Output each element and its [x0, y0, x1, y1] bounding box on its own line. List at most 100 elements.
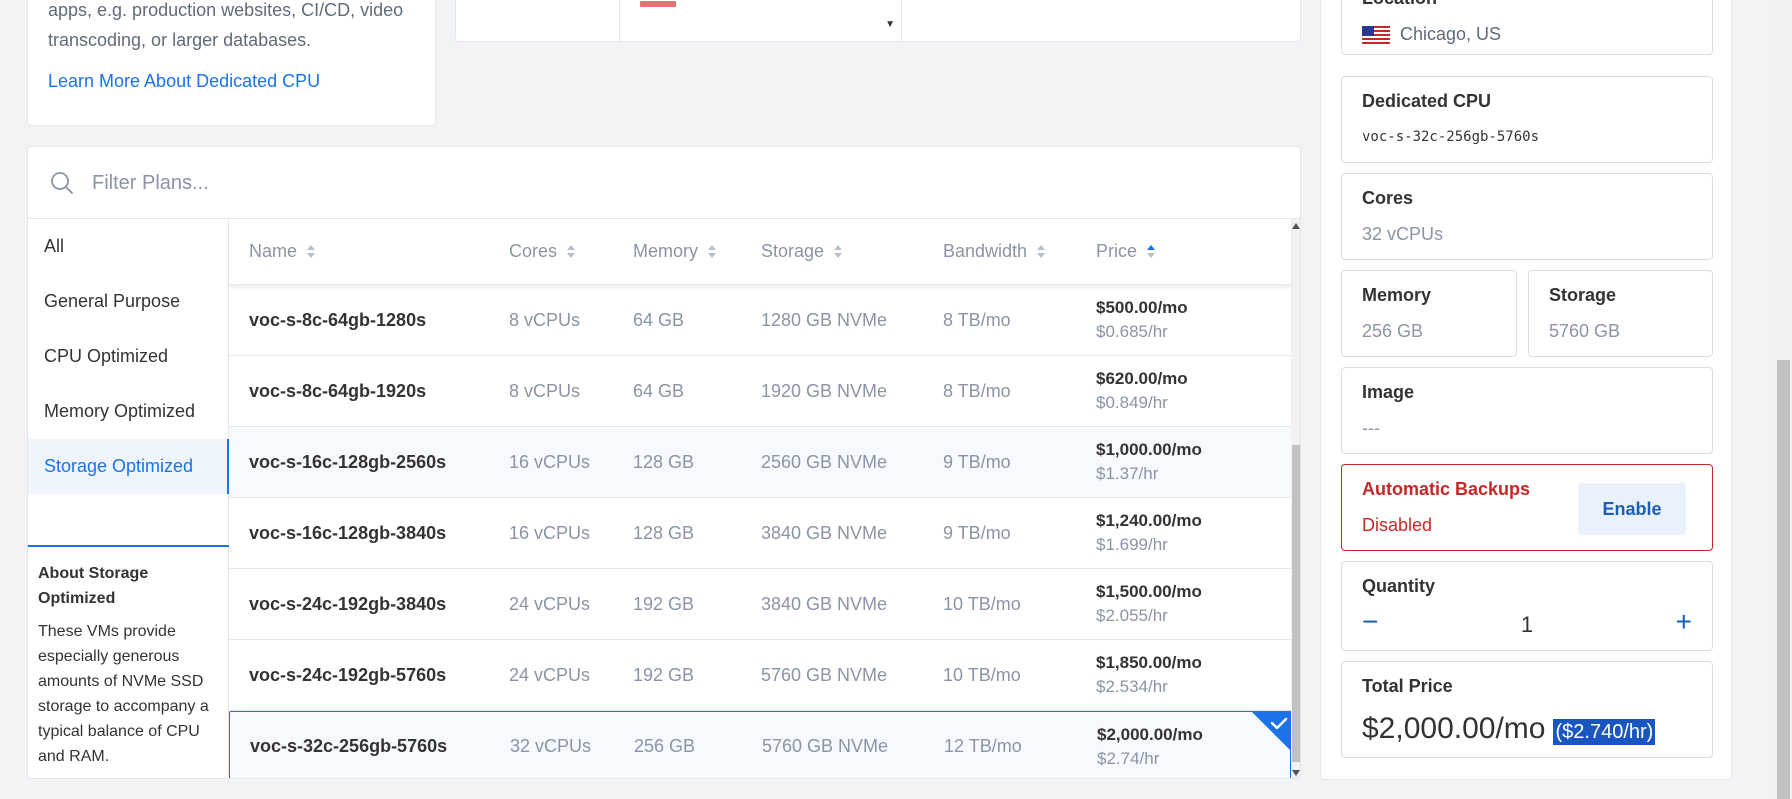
- sort-icon[interactable]: [708, 244, 717, 260]
- column-header-label: Price: [1096, 241, 1138, 261]
- plan-bandwidth: 10 TB/mo: [943, 664, 1021, 685]
- page-scrollbar-thumb[interactable]: [1777, 360, 1790, 799]
- table-row[interactable]: voc-s-24c-192gb-5760s 24 vCPUs 192 GB 57…: [229, 640, 1291, 711]
- plan-memory: 128 GB: [633, 451, 695, 472]
- summary-memory-value: 256 GB: [1362, 321, 1424, 341]
- plan-price: $1,500.00/mo $2.055/hr: [1096, 580, 1202, 628]
- quantity-value[interactable]: 1: [1342, 612, 1712, 638]
- enable-backups-button[interactable]: Enable: [1578, 483, 1686, 535]
- summary-image-label: Image: [1362, 382, 1415, 402]
- price-hourly: $2.055/hr: [1096, 606, 1168, 625]
- summary-cores: Cores 32 vCPUs: [1341, 173, 1713, 260]
- price-monthly: $2,000.00/mo: [1097, 724, 1203, 744]
- price-monthly: $1,240.00/mo: [1096, 511, 1202, 530]
- column-header-storage[interactable]: Storage: [761, 241, 843, 262]
- table-row[interactable]: voc-s-16c-128gb-3840s 16 vCPUs 128 GB 38…: [229, 498, 1291, 569]
- column-header-label: Name: [249, 241, 298, 261]
- summary-location: Location Chicago, US: [1341, 0, 1713, 55]
- plan-price: $1,240.00/mo $1.699/hr: [1096, 509, 1202, 557]
- backups-status: Disabled: [1362, 515, 1433, 535]
- scroll-up-arrow-icon[interactable]: [1292, 223, 1300, 229]
- table-row[interactable]: voc-s-24c-192gb-3840s 24 vCPUs 192 GB 38…: [229, 569, 1291, 640]
- plan-storage: 3840 GB NVMe: [761, 593, 888, 614]
- category-storage-optimized[interactable]: Storage Optimized: [28, 439, 229, 494]
- table-row[interactable]: voc-s-8c-64gb-1920s 8 vCPUs 64 GB 1920 G…: [229, 356, 1291, 427]
- plan-storage: 3840 GB NVMe: [761, 522, 888, 543]
- plan-cores: 24 vCPUs: [509, 593, 591, 614]
- scrollbar-thumb[interactable]: [1292, 445, 1300, 762]
- plan-name: voc-s-8c-64gb-1280s: [249, 309, 427, 330]
- price-monthly: $620.00/mo: [1096, 369, 1188, 388]
- category-general-purpose[interactable]: General Purpose: [28, 274, 228, 329]
- plan-storage: 1920 GB NVMe: [761, 380, 888, 401]
- category-all[interactable]: All: [28, 219, 228, 274]
- region-dropdown[interactable]: ▼: [620, 0, 902, 43]
- summary-storage-label: Storage: [1549, 285, 1617, 305]
- column-header-name[interactable]: Name: [249, 241, 316, 262]
- plan-price: $1,850.00/mo $2.534/hr: [1096, 651, 1202, 699]
- column-header-bandwidth[interactable]: Bandwidth: [943, 241, 1046, 262]
- table-scrollbar[interactable]: [1291, 219, 1300, 778]
- summary-plan: Dedicated CPU voc-s-32c-256gb-5760s: [1341, 76, 1713, 163]
- category-memory-optimized[interactable]: Memory Optimized: [28, 384, 228, 439]
- table-row-selected[interactable]: voc-s-32c-256gb-5760s 32 vCPUs 256 GB 57…: [229, 711, 1291, 778]
- plan-bandwidth: 10 TB/mo: [943, 593, 1021, 614]
- summary-image: Image ---: [1341, 367, 1713, 454]
- plan-name: voc-s-24c-192gb-3840s: [249, 593, 447, 614]
- scroll-down-arrow-icon[interactable]: [1292, 770, 1300, 776]
- summary-memory-label: Memory: [1362, 285, 1432, 305]
- plan-bandwidth: 8 TB/mo: [943, 309, 1011, 330]
- summary-plan-label: Dedicated CPU: [1362, 91, 1492, 111]
- table-header: Name Cores Memory Storage Bandwidth Pric…: [229, 219, 1291, 285]
- summary-storage-value: 5760 GB: [1549, 321, 1621, 341]
- price-monthly: $1,000.00/mo: [1096, 440, 1202, 459]
- column-header-label: Bandwidth: [943, 241, 1028, 261]
- sort-icon[interactable]: [567, 244, 576, 260]
- price-hourly: $0.685/hr: [1096, 322, 1168, 341]
- column-header-label: Memory: [633, 241, 699, 261]
- plan-bandwidth: 9 TB/mo: [943, 522, 1011, 543]
- plan-memory: 192 GB: [633, 593, 695, 614]
- plans-table: Name Cores Memory Storage Bandwidth Pric…: [229, 219, 1291, 778]
- dropdown-caret-icon[interactable]: ▼: [885, 19, 895, 30]
- page-scrollbar[interactable]: [1775, 0, 1792, 799]
- plan-bandwidth: 9 TB/mo: [943, 451, 1011, 472]
- description-line: transcoding, or larger databases.: [48, 30, 312, 50]
- about-title: About Storage Optimized: [38, 565, 149, 607]
- plan-cores: 8 vCPUs: [509, 380, 581, 401]
- table-row[interactable]: voc-s-16c-128gb-2560s 16 vCPUs 128 GB 25…: [229, 427, 1291, 498]
- plan-cores: 16 vCPUs: [509, 522, 591, 543]
- plan-price: $2,000.00/mo $2.74/hr: [1097, 723, 1203, 771]
- plan-price: $500.00/mo $0.685/hr: [1096, 296, 1188, 344]
- backups-label: Automatic Backups: [1362, 479, 1531, 499]
- region-column: [456, 0, 620, 43]
- sort-ascending-icon[interactable]: [1147, 244, 1156, 260]
- sort-icon[interactable]: [1037, 244, 1046, 260]
- plan-price: $620.00/mo $0.849/hr: [1096, 367, 1188, 415]
- summary-location-value: Chicago, US: [1400, 24, 1502, 44]
- about-body: These VMs provide especially generous am…: [38, 623, 209, 765]
- description-line: apps, e.g. production websites, CI/CD, v…: [48, 0, 404, 20]
- plan-name: voc-s-8c-64gb-1920s: [249, 380, 427, 401]
- filter-plans-input[interactable]: [92, 165, 892, 201]
- summary-quantity: Quantity − 1 +: [1341, 561, 1713, 651]
- category-cpu-optimized[interactable]: CPU Optimized: [28, 329, 228, 384]
- column-header-cores[interactable]: Cores: [509, 241, 576, 262]
- increase-quantity-button[interactable]: +: [1676, 608, 1692, 636]
- plan-cores: 24 vCPUs: [509, 664, 591, 685]
- plan-memory: 256 GB: [634, 736, 696, 756]
- summary-location-value-wrap: Chicago, US: [1362, 24, 1501, 45]
- plan-storage: 2560 GB NVMe: [761, 451, 888, 472]
- price-hourly: $0.849/hr: [1096, 393, 1168, 412]
- search-icon: [51, 172, 73, 194]
- sort-icon[interactable]: [834, 244, 843, 260]
- summary-image-value: ---: [1362, 418, 1380, 438]
- column-header-memory[interactable]: Memory: [633, 241, 717, 262]
- dedicated-cpu-description: apps, e.g. production websites, CI/CD, v…: [48, 0, 408, 55]
- column-header-price[interactable]: Price: [1096, 241, 1156, 262]
- table-row[interactable]: voc-s-8c-64gb-1280s 8 vCPUs 64 GB 1280 G…: [229, 285, 1291, 356]
- price-hourly: $1.699/hr: [1096, 535, 1168, 554]
- sort-icon[interactable]: [307, 244, 316, 260]
- learn-more-link[interactable]: Learn More About Dedicated CPU: [48, 71, 320, 92]
- plan-bandwidth: 12 TB/mo: [944, 736, 1022, 756]
